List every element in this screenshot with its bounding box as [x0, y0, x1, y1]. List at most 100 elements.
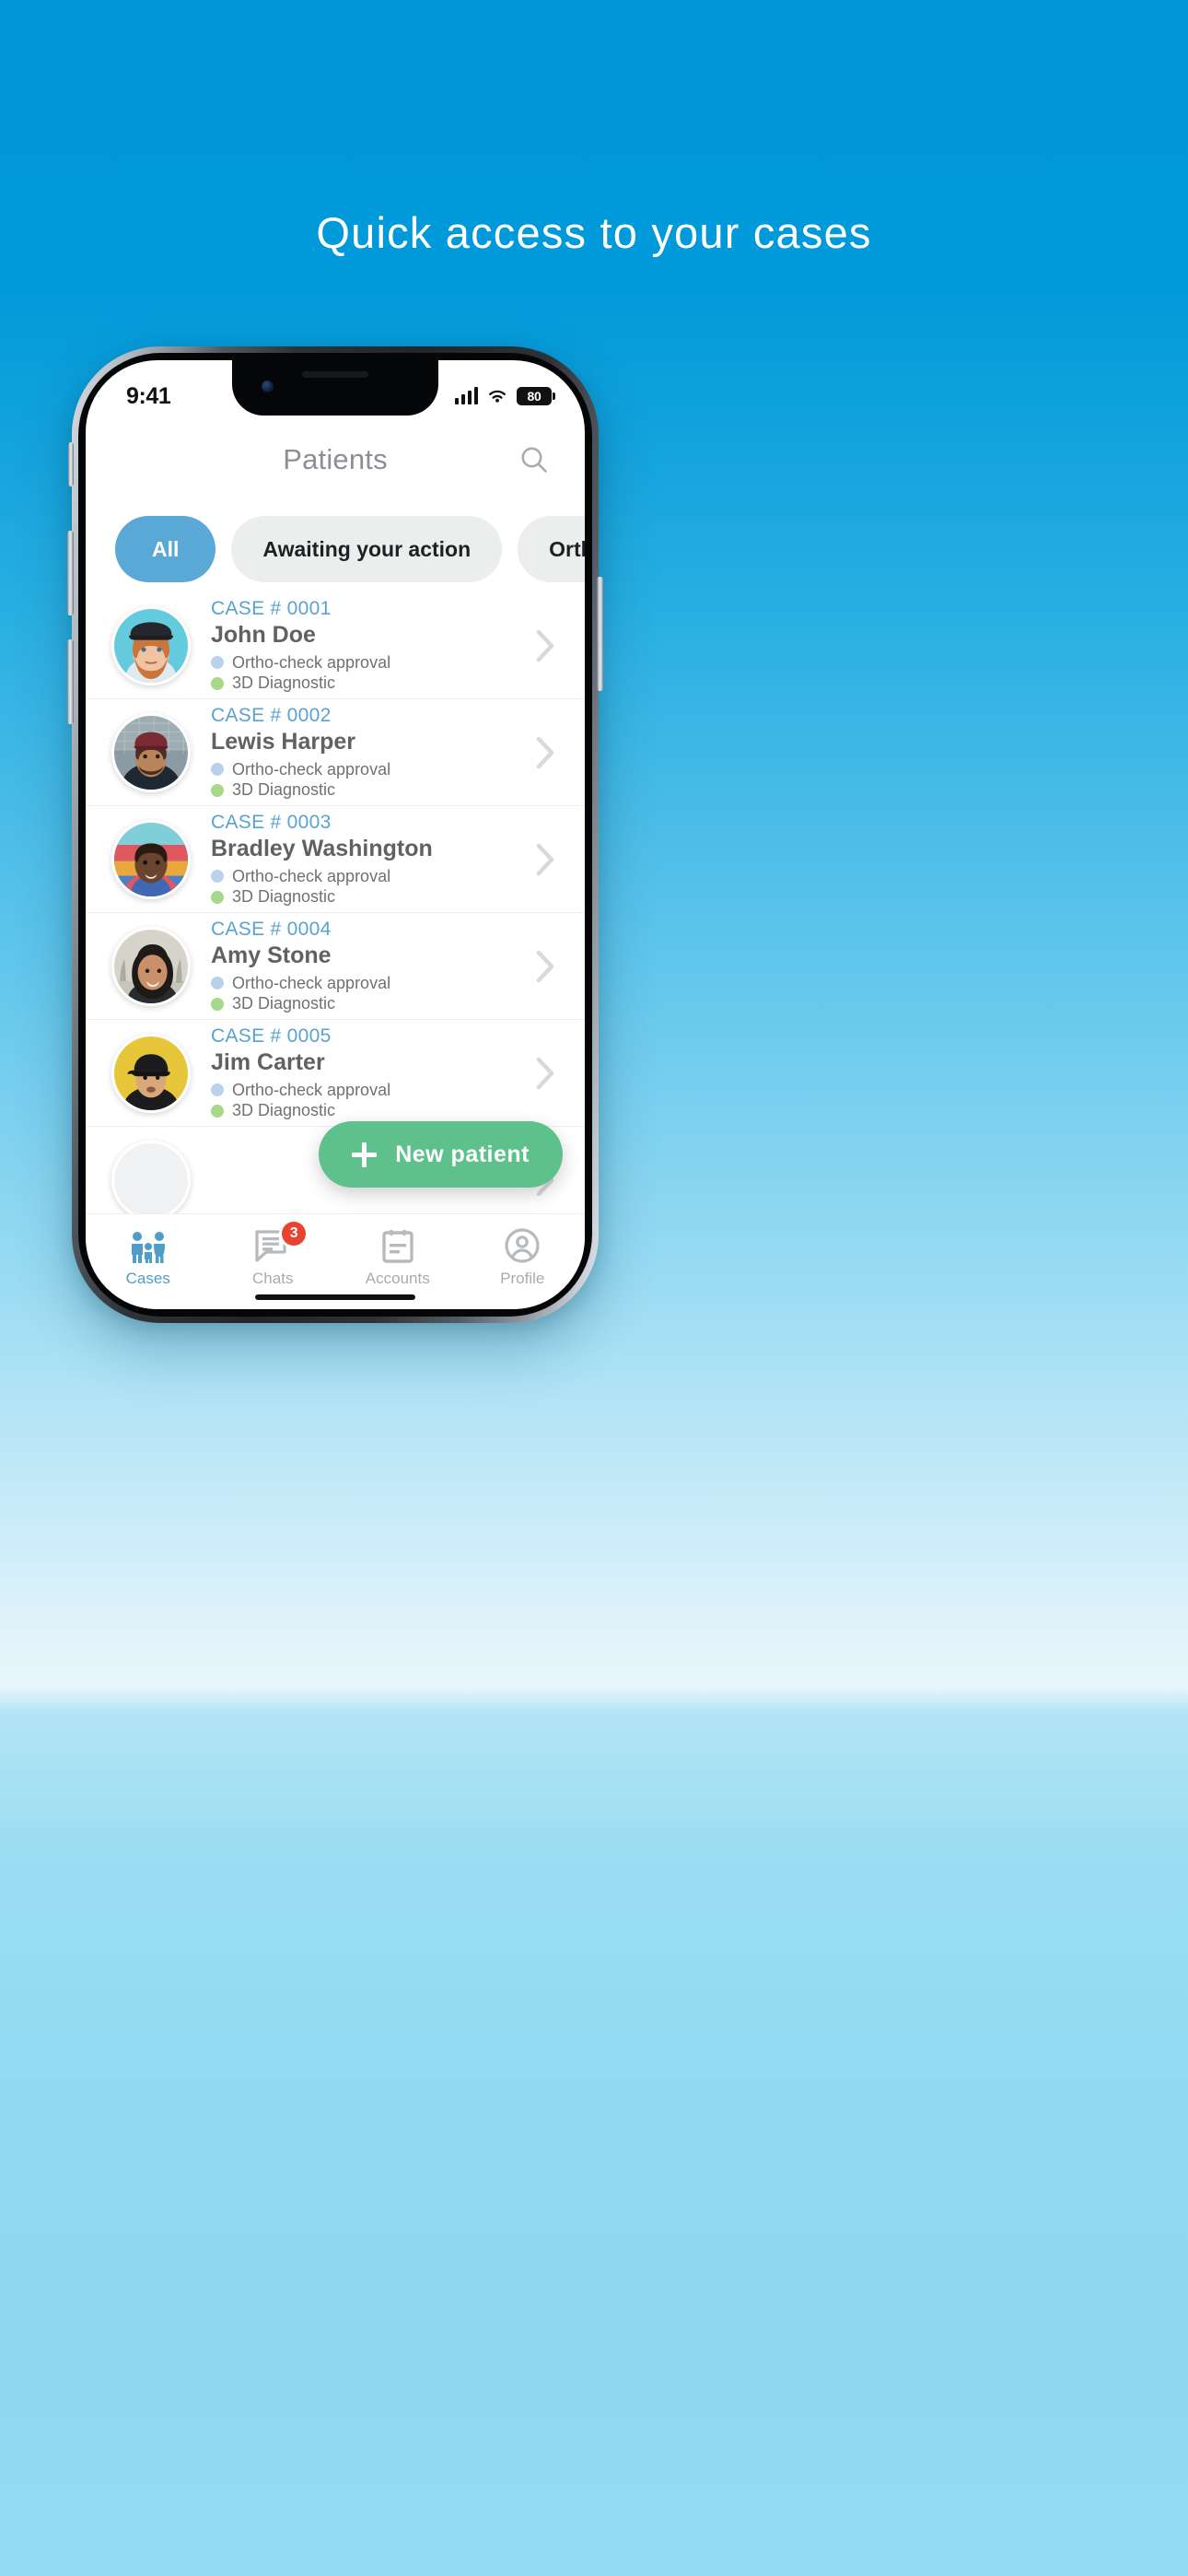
status-tag: Ortho-check approval [211, 1080, 524, 1101]
filter-chip-row[interactable]: All Awaiting your action Ortho-check app… [86, 508, 585, 591]
patient-photo [114, 822, 188, 896]
avatar [111, 819, 191, 899]
avatar [111, 926, 191, 1006]
patient-name: Jim Carter [211, 1049, 325, 1076]
status-dot [211, 1083, 224, 1097]
status-tag-label: Ortho-check approval [232, 866, 391, 885]
tab-accounts[interactable]: Accounts [335, 1227, 460, 1288]
status-tag-label: 3D Diagnostic [232, 673, 336, 693]
patient-name: John Doe [211, 622, 316, 649]
case-number: CASE # 0001 [211, 598, 332, 620]
status-tag-label: 3D Diagnostic [232, 780, 336, 800]
status-tag-label: 3D Diagnostic [232, 994, 336, 1013]
case-row-content: CASE # 0004 Amy Stone Ortho-check approv… [211, 918, 524, 1014]
search-icon [521, 447, 547, 473]
patient-name: Lewis Harper [211, 729, 356, 755]
person-circle-icon [505, 1228, 540, 1263]
status-tag: Ortho-check approval [211, 759, 524, 780]
document-icon [382, 1230, 413, 1263]
chevron-right-icon[interactable] [533, 1054, 557, 1093]
case-number: CASE # 0004 [211, 919, 332, 941]
tab-chats[interactable]: 3 Chats [211, 1222, 336, 1288]
new-patient-button[interactable]: New patient [319, 1121, 563, 1188]
status-dot [211, 890, 224, 904]
wifi-icon [489, 390, 506, 403]
status-dot [211, 870, 224, 884]
chats-badge: 3 [282, 1222, 307, 1246]
case-row-content: CASE # 0001 John Doe Ortho-check approva… [211, 597, 524, 694]
case-row-content: CASE # 0005 Jim Carter Ortho-check appro… [211, 1025, 524, 1121]
home-indicator[interactable] [255, 1294, 415, 1300]
battery-level-label: 80 [527, 389, 542, 404]
status-tag: Ortho-check approval [211, 866, 524, 887]
case-row[interactable]: CASE # 0001 John Doe Ortho-check approva… [86, 592, 585, 699]
patient-photo [114, 1036, 188, 1110]
avatar [111, 1140, 191, 1220]
status-tag: Ortho-check approval [211, 652, 524, 673]
status-dot [211, 997, 224, 1011]
page-title: Patients [283, 443, 388, 475]
case-list[interactable]: CASE # 0001 John Doe Ortho-check approva… [86, 592, 585, 1234]
tab-cases[interactable]: Cases [86, 1227, 211, 1288]
case-row[interactable]: CASE # 0002 Lewis Harper Ortho-check app… [86, 699, 585, 806]
tab-profile[interactable]: Profile [460, 1227, 586, 1288]
case-row[interactable]: CASE # 0004 Amy Stone Ortho-check approv… [86, 913, 585, 1020]
phone-mockup: 9:41 80 Patients All Awaiting your actio… [67, 346, 603, 1323]
avatar [111, 1033, 191, 1113]
filter-chip-all[interactable]: All [115, 516, 216, 582]
patient-name: Bradley Washington [211, 836, 433, 862]
case-row[interactable]: CASE # 0003 Bradley Washington Ortho-che… [86, 806, 585, 913]
patient-name: Amy Stone [211, 943, 332, 969]
status-dot [211, 763, 224, 777]
tab-icon-wrap [381, 1227, 414, 1264]
case-row[interactable]: CASE # 0005 Jim Carter Ortho-check appro… [86, 1020, 585, 1127]
patient-photo [114, 608, 188, 683]
status-bar-time: 9:41 [126, 382, 171, 409]
status-tag-label: Ortho-check approval [232, 973, 391, 992]
status-bar-indicators: 80 [454, 387, 555, 405]
power-button[interactable] [597, 577, 603, 691]
filter-chip-ortho[interactable]: Ortho-check approval [518, 516, 585, 582]
avatar [111, 712, 191, 792]
new-patient-label: New patient [395, 1141, 530, 1167]
plus-icon [352, 1142, 378, 1167]
status-tag-label: Ortho-check approval [232, 1080, 391, 1099]
tab-label-cases: Cases [125, 1270, 170, 1287]
patient-photo [114, 1142, 188, 1217]
mute-switch-button[interactable] [68, 442, 74, 486]
patient-photo [114, 929, 188, 1003]
status-tag: 3D Diagnostic [211, 1100, 524, 1121]
status-bar: 9:41 80 [86, 360, 585, 417]
patient-photo [114, 715, 188, 790]
tab-icon-wrap: 3 [254, 1222, 307, 1264]
case-number: CASE # 0003 [211, 812, 332, 834]
status-dot [211, 656, 224, 670]
cellular-signal-icon [454, 387, 478, 404]
chevron-right-icon[interactable] [533, 947, 557, 986]
volume-down-button[interactable] [67, 639, 74, 724]
status-tag: 3D Diagnostic [211, 779, 524, 801]
case-row-content: CASE # 0002 Lewis Harper Ortho-check app… [211, 704, 524, 801]
status-dot [211, 676, 224, 690]
chevron-right-icon[interactable] [533, 840, 557, 879]
family-icon [131, 1232, 165, 1263]
avatar [111, 605, 191, 685]
search-button[interactable] [513, 439, 555, 481]
phone-screen: 9:41 80 Patients All Awaiting your actio… [86, 360, 585, 1309]
tab-label-accounts: Accounts [365, 1270, 430, 1287]
status-dot [211, 783, 224, 797]
case-row-content: CASE # 0003 Bradley Washington Ortho-che… [211, 811, 524, 907]
tab-icon-wrap [504, 1227, 541, 1264]
app-header: Patients [86, 417, 585, 502]
status-tag: 3D Diagnostic [211, 673, 524, 694]
status-tag-label: 3D Diagnostic [232, 887, 336, 907]
status-tag-label: 3D Diagnostic [232, 1101, 336, 1120]
volume-up-button[interactable] [67, 531, 74, 615]
status-tag-label: Ortho-check approval [232, 652, 391, 672]
status-dot [211, 977, 224, 990]
filter-chip-awaiting[interactable]: Awaiting your action [231, 516, 503, 582]
chevron-right-icon[interactable] [533, 733, 557, 772]
status-tag-label: Ortho-check approval [232, 759, 391, 779]
status-tag: 3D Diagnostic [211, 993, 524, 1014]
chevron-right-icon[interactable] [533, 626, 557, 665]
